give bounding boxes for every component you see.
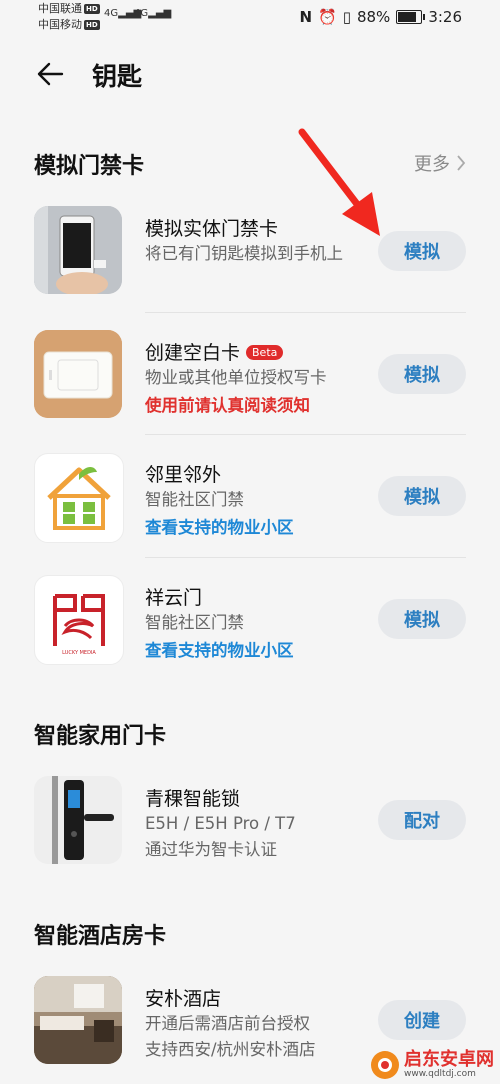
- carrier-1: 中国联通 HD: [38, 2, 100, 15]
- hd-badge: HD: [84, 20, 100, 30]
- back-arrow-icon[interactable]: [34, 58, 66, 90]
- divider: [145, 312, 466, 313]
- item-name: 邻里邻外: [145, 464, 222, 486]
- alarm-icon: ⏰: [318, 8, 337, 26]
- item-desc-2: 通过华为智卡认证: [145, 840, 277, 859]
- item-name-text: 创建空白卡: [145, 342, 241, 364]
- item-name: 创建空白卡 Beta: [145, 338, 284, 365]
- watermark: 启东安卓网 www.qdltdj.com: [370, 1050, 494, 1080]
- status-right: N ⏰ ▯ 88% 3:26: [299, 8, 462, 26]
- item-desc: E5H / E5H Pro / T7: [145, 814, 296, 833]
- vibrate-icon: ▯: [342, 8, 351, 26]
- more-link[interactable]: 更多: [414, 150, 466, 176]
- beta-badge: Beta: [246, 345, 284, 360]
- page-title: 钥匙: [92, 62, 143, 91]
- watermark-logo-icon: [371, 1051, 399, 1079]
- supported-communities-link[interactable]: 查看支持的物业小区: [145, 514, 294, 538]
- carrier-1-label: 中国联通: [38, 2, 82, 15]
- item-name: 祥云门: [145, 587, 203, 609]
- item-desc: 智能社区门禁: [145, 490, 244, 509]
- simulate-button[interactable]: 模拟: [378, 476, 466, 516]
- signal-icon: 4G▂▄▆: [134, 8, 172, 19]
- notice-link[interactable]: 使用前请认真阅读须知: [145, 392, 310, 416]
- item-name: 模拟实体门禁卡: [145, 218, 279, 240]
- nfc-icon: N: [299, 8, 313, 26]
- carrier-2: 中国移动 HD: [38, 18, 100, 31]
- chevron-right-icon: [457, 155, 466, 171]
- carrier-2-label: 中国移动: [38, 18, 82, 31]
- hd-badge: HD: [84, 4, 100, 14]
- phone-card-thumbnail: [34, 206, 122, 294]
- supported-communities-link[interactable]: 查看支持的物业小区: [145, 637, 294, 661]
- item-desc: 将已有门钥匙模拟到手机上: [145, 244, 343, 263]
- divider: [145, 434, 466, 435]
- item-desc-2: 支持西安/杭州安朴酒店: [145, 1040, 316, 1059]
- more-label: 更多: [414, 154, 450, 175]
- create-button[interactable]: 创建: [378, 1000, 466, 1040]
- section-title-home: 智能家用门卡: [34, 724, 167, 749]
- neighbor-logo: [34, 453, 124, 543]
- item-name: 青稞智能锁: [145, 788, 241, 810]
- item-desc: 开通后需酒店前台授权: [145, 1014, 310, 1033]
- watermark-url: www.qdltdj.com: [404, 1069, 476, 1079]
- clock: 3:26: [428, 8, 462, 26]
- battery-icon: [396, 10, 426, 24]
- simulate-button[interactable]: 模拟: [378, 354, 466, 394]
- section-title-hotel: 智能酒店房卡: [34, 924, 167, 949]
- simulate-button[interactable]: 模拟: [378, 231, 466, 271]
- battery-percent: 88%: [356, 8, 391, 26]
- pair-button[interactable]: 配对: [378, 800, 466, 840]
- logo-caption: LUCKY MEDIA: [62, 650, 96, 656]
- section-title-door: 模拟门禁卡: [34, 154, 145, 179]
- hotel-room-thumbnail: [34, 976, 122, 1064]
- blank-card-thumbnail: [34, 330, 122, 418]
- smart-lock-thumbnail: [34, 776, 122, 864]
- status-bar: 中国联通 HD 中国移动 HD 4G▂▄▆ 4G▂▄▆ N ⏰ ▯ 88% 3:26: [0, 0, 500, 40]
- watermark-text: 启东安卓网: [404, 1049, 494, 1070]
- item-desc: 智能社区门禁: [145, 613, 244, 632]
- xiangyun-logo: LUCKY MEDIA: [34, 575, 124, 665]
- item-name: 安朴酒店: [145, 988, 222, 1010]
- simulate-button[interactable]: 模拟: [378, 599, 466, 639]
- divider: [145, 557, 466, 558]
- item-desc: 物业或其他单位授权写卡: [145, 368, 327, 387]
